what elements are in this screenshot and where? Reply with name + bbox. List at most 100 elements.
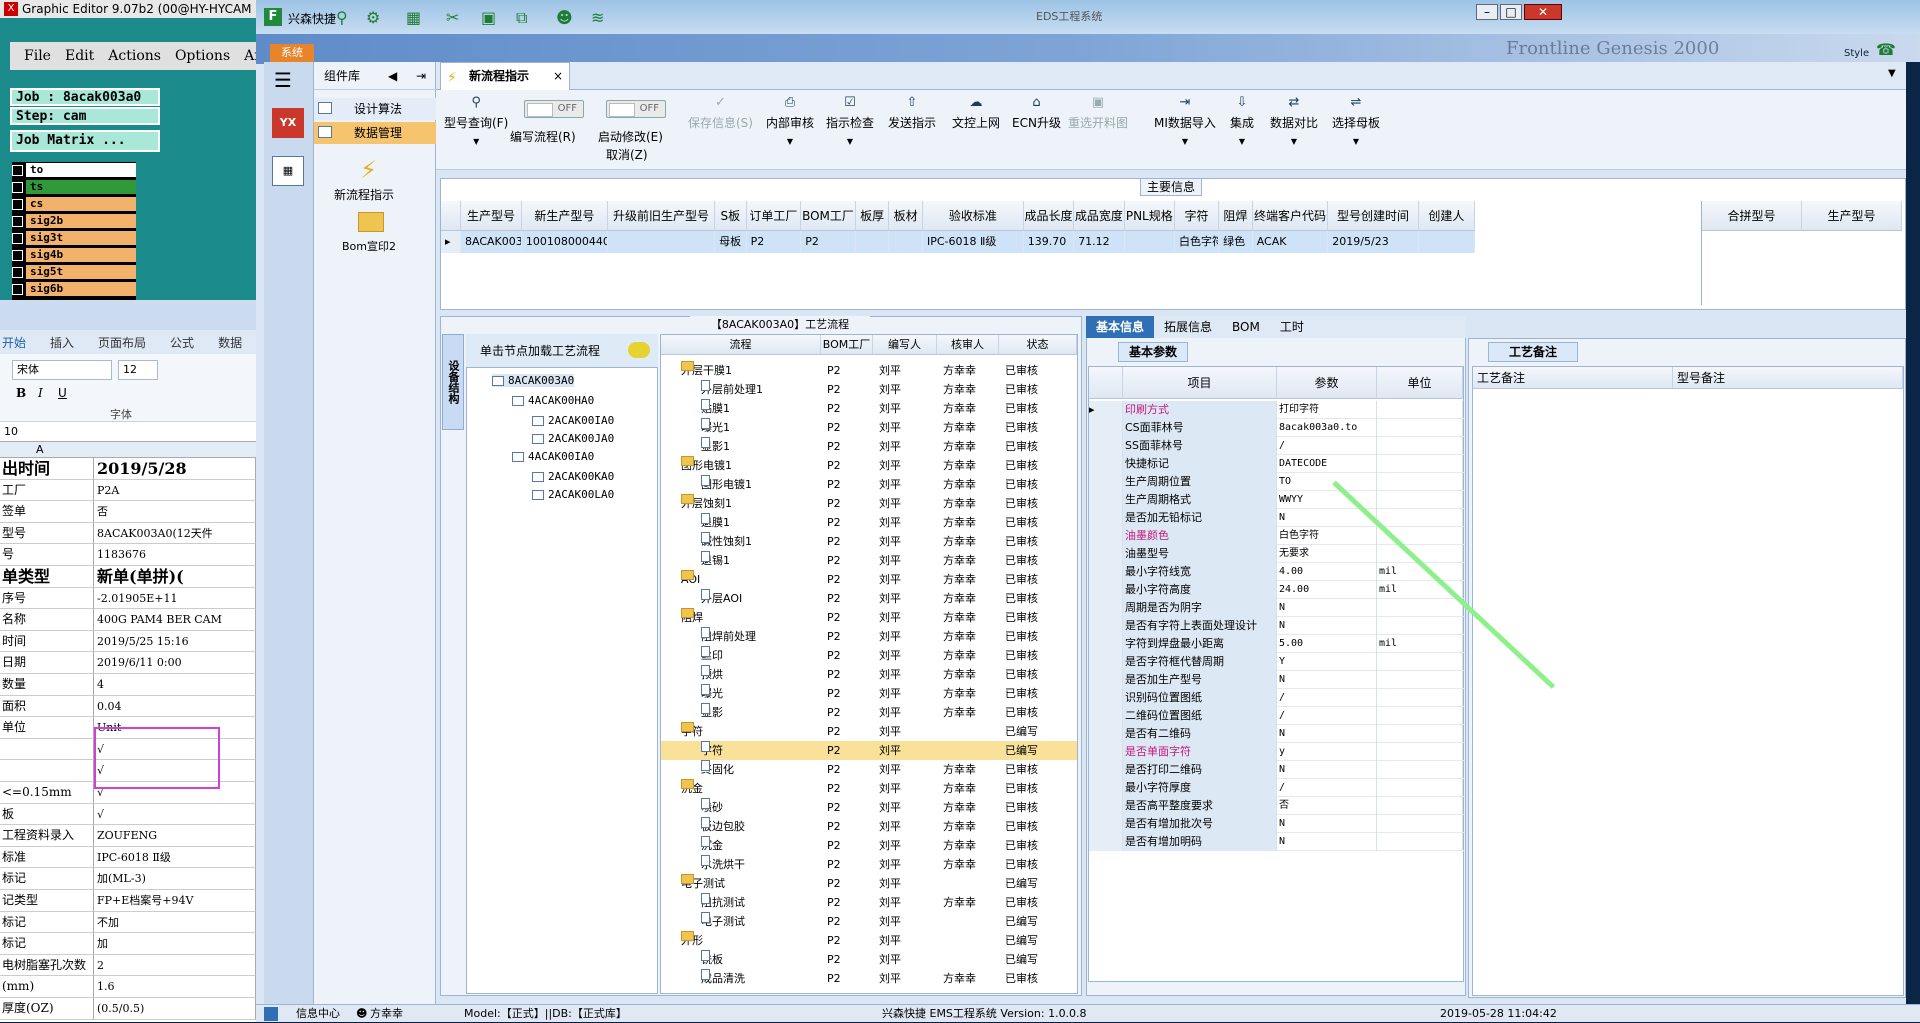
main-grid-header[interactable]: 板厚 [855,201,890,231]
tab-home[interactable]: 开始 [2,334,26,351]
excel-cell-b[interactable]: P2A [94,479,256,502]
tab-formula[interactable]: 公式 [170,334,194,351]
param-row[interactable]: 识别码位置图纸 / [1089,689,1465,707]
tab-dropdown-icon[interactable]: ▼ [1888,68,1896,79]
bold-button[interactable]: B [16,386,26,400]
main-grid-header[interactable]: 新生产型号 [521,201,608,231]
chart-icon[interactable]: ≋ [591,8,604,27]
row-selector[interactable] [1089,509,1123,527]
flow-row[interactable]: 沉金 P2 刘平 方幸幸 已审核 [661,836,1077,855]
flow-row[interactable]: 显影 P2 刘平 方幸幸 已审核 [661,703,1077,722]
tree-node[interactable]: 2ACAK00LA0 [532,488,614,501]
param-row[interactable]: 快捷标记 DATECODE [1089,455,1465,473]
layer-row[interactable]: sig3t [12,230,136,246]
excel-cell-a[interactable]: 记类型 [0,890,94,912]
excel-cell-a[interactable]: 名称 [0,609,94,631]
font-size-select[interactable]: 12 [118,360,158,380]
italic-button[interactable]: I [38,386,43,400]
row-selector[interactable] [1089,833,1123,851]
main-grid-cell[interactable]: 71.12 [1074,231,1125,253]
param-value[interactable]: / [1277,437,1377,455]
tab-data[interactable]: 数据 [218,334,242,351]
indicator-check-button[interactable]: ☑ 指示检查 ▼ [826,96,874,147]
excel-cell-a[interactable] [0,738,94,761]
main-grid-header[interactable]: 生产型号 [461,201,522,231]
excel-cell-a[interactable]: 型号 [0,522,94,545]
grid-icon[interactable]: ▦ [406,8,421,27]
excel-cell-a[interactable]: 签单 [0,501,94,523]
excel-cell-b[interactable]: 8ACAK003A0(12天件 [94,522,256,545]
param-value[interactable]: 8acak003a0.to [1277,419,1377,437]
row-selector[interactable] [1089,599,1123,617]
flow-row[interactable]: 碱性蚀刻1 P2 刘平 方幸幸 已审核 [661,532,1077,551]
layer-checkbox[interactable] [12,181,23,193]
excel-cell-b[interactable]: 新单(单拼)( [94,566,256,588]
excel-cell-a[interactable]: 日期 [0,652,94,674]
param-value[interactable]: N [1277,671,1377,689]
row-selector[interactable] [1089,779,1123,797]
yx-module-icon[interactable]: YX [272,108,304,138]
param-value[interactable]: / [1277,707,1377,725]
internal-review-button[interactable]: ⎙ 内部审核 ▼ [766,96,814,147]
model-query-button[interactable]: ⚲ 型号查询(F) ▼ [444,96,508,147]
start-edit-toggle[interactable]: OFF [606,100,666,118]
collapse-left-icon[interactable]: ◀ [388,62,397,90]
menu-edit[interactable]: Edit [65,48,94,64]
param-value[interactable]: 24.00 [1277,581,1377,599]
excel-cell-a[interactable]: 标记 [0,911,94,934]
param-row[interactable]: 是否有字符上表面处理设计 N [1089,617,1465,635]
row-selector[interactable] [1089,617,1123,635]
main-grid-cell[interactable] [855,231,890,253]
excel-cell-b[interactable]: 否 [94,501,256,523]
tab-work-hours[interactable]: 工时 [1270,316,1314,338]
bom-label[interactable]: Bom宣印2 [342,238,396,254]
row-selector[interactable] [1089,653,1123,671]
excel-cell-b[interactable]: 2019/6/11 0:00 [94,652,256,674]
excel-cell-b[interactable]: √ [94,803,256,826]
flow-row[interactable]: AOI P2 刘平 方幸幸 已审核 [661,570,1077,589]
param-value[interactable]: 无要求 [1277,545,1377,563]
flow-row[interactable]: 阻抗测试 P2 刘平 方幸幸 已审核 [661,893,1077,912]
param-value[interactable]: N [1277,725,1377,743]
param-value[interactable]: y [1277,743,1377,761]
excel-cell-a[interactable]: 板 [0,803,94,826]
param-row[interactable]: 是否加生产型号 N [1089,671,1465,689]
flow-row[interactable]: 成品清洗 P2 刘平 方幸幸 已审核 [661,969,1077,988]
flow-row[interactable]: 电子测试 P2 刘平 已编写 [661,912,1077,931]
row-selector[interactable] [1089,761,1123,779]
param-row[interactable]: 是否加无铅标记 N [1089,509,1465,527]
flow-row[interactable]: 外层蚀刻1 P2 刘平 方幸幸 已审核 [661,494,1077,513]
excel-cell-a[interactable]: (mm) [0,976,94,998]
row-selector[interactable] [1089,671,1123,689]
param-value[interactable]: N [1277,815,1377,833]
excel-cell-b[interactable]: (0.5/0.5) [94,998,256,1020]
reselect-cut-button[interactable]: ▣ 重选开料图 [1068,96,1128,131]
flow-row[interactable]: 沉金 P2 刘平 方幸幸 已审核 [661,779,1077,798]
excel-cell-a[interactable]: 单类型 [0,566,94,588]
layer-checkbox[interactable] [12,249,23,261]
main-grid-cell[interactable] [889,231,923,253]
info-center[interactable]: 信息中心 [296,1005,340,1023]
main-grid-header[interactable]: 板材 [889,201,923,231]
param-row[interactable]: 二维码位置图纸 / [1089,707,1465,725]
scissors-icon[interactable]: ✂ [446,8,459,27]
row-selector[interactable] [1089,815,1123,833]
param-row[interactable]: ▸ 印刷方式 打印字符 [1089,401,1465,419]
system-tab[interactable]: 系统 [270,44,314,62]
send-indicator-button[interactable]: ⇧ 发送指示 [888,96,936,131]
main-grid-cell[interactable]: 139.70 [1023,231,1075,253]
doc-online-button[interactable]: ☁ 文控上网 [952,96,1000,131]
param-row[interactable]: 生产周期位置 TO [1089,473,1465,491]
cancel-label[interactable]: 取消(Z) [606,146,648,163]
layer-row[interactable]: sig4b [12,247,136,263]
layer-row[interactable]: to [12,162,136,178]
save-info-button[interactable]: ✓ 保存信息(S) [688,96,753,131]
excel-cell-a[interactable]: 电树脂塞孔次数 [0,954,94,977]
select-mother-board-button[interactable]: ⇌ 选择母板 ▼ [1332,96,1380,147]
font-name-select[interactable]: 宋体 [12,360,112,380]
params-header[interactable]: 项目 [1123,367,1277,399]
param-row[interactable]: 是否有增加批次号 N [1089,815,1465,833]
excel-cell-b[interactable]: 加 [94,933,256,955]
param-row[interactable]: 是否打印二维码 N [1089,761,1465,779]
flow-header[interactable]: 流程 [661,335,821,355]
